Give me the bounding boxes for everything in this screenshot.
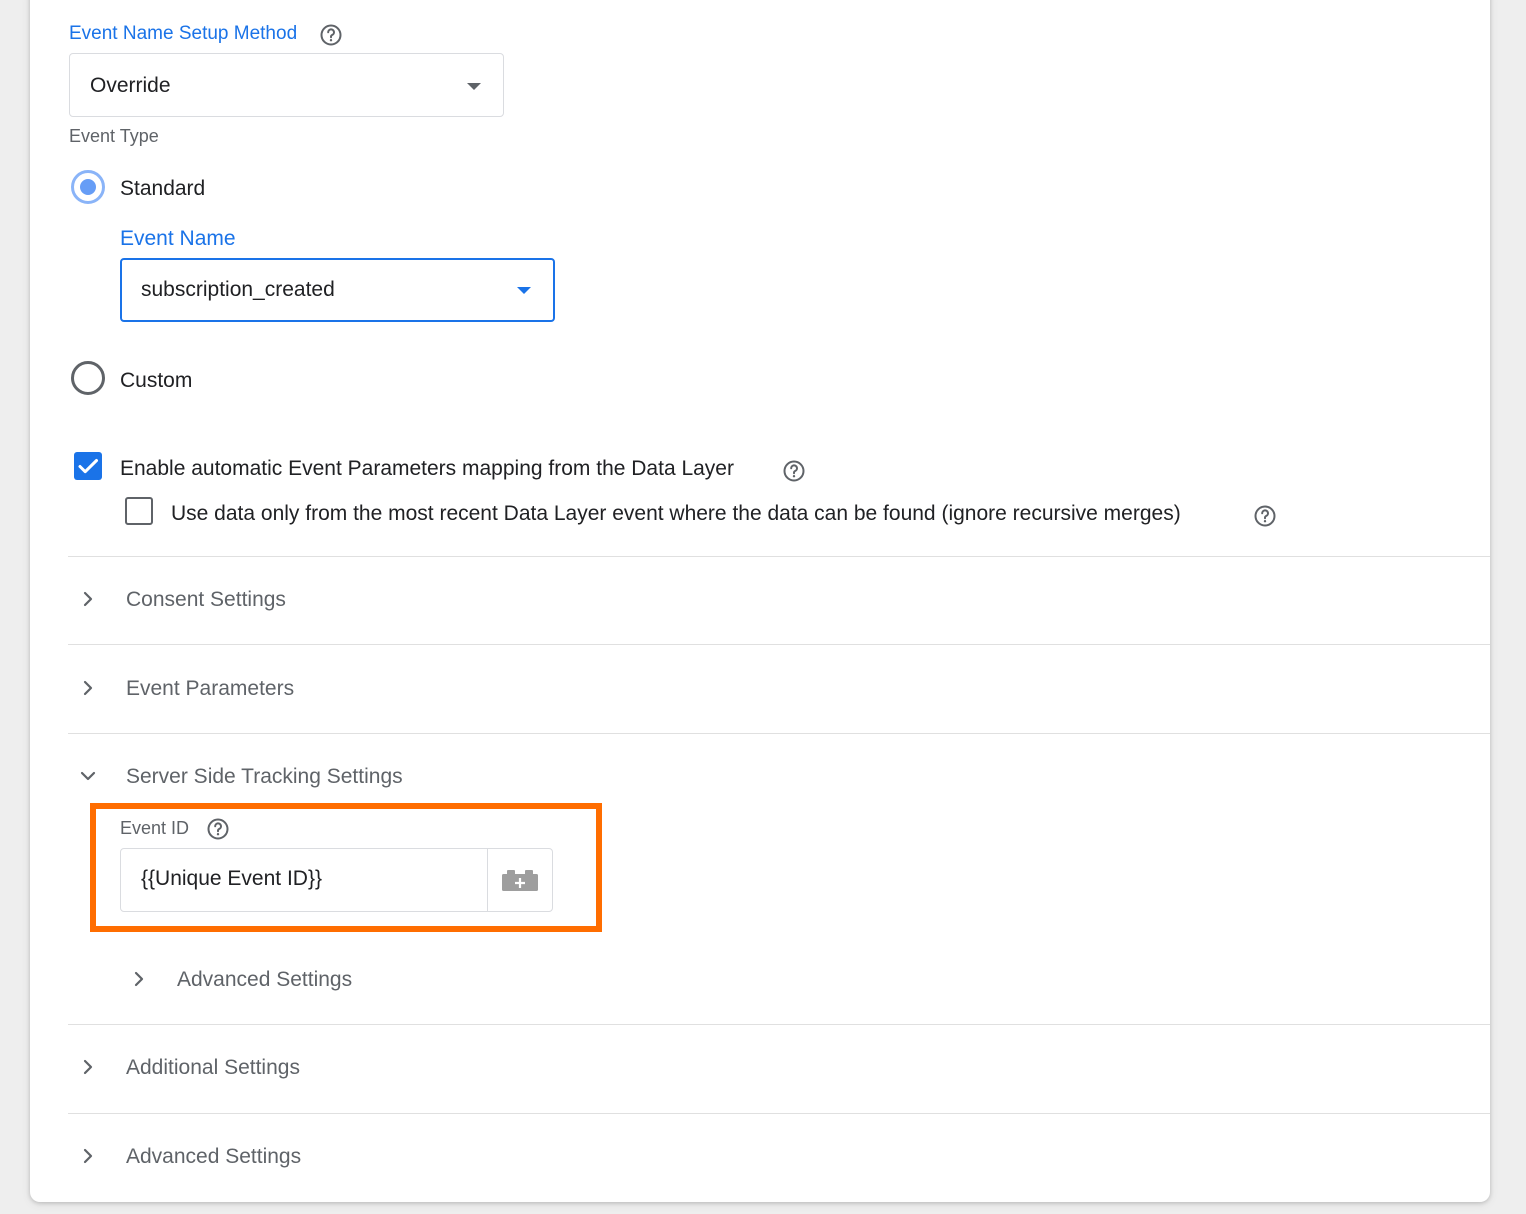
event-id-value: {{Unique Event ID}} bbox=[141, 867, 322, 890]
chevron-right-icon[interactable] bbox=[76, 1144, 100, 1168]
divider bbox=[68, 556, 1490, 557]
chevron-right-icon[interactable] bbox=[127, 967, 151, 991]
help-icon[interactable] bbox=[1253, 504, 1277, 528]
radio-standard-label[interactable]: Standard bbox=[120, 177, 205, 201]
chevron-right-icon[interactable] bbox=[76, 676, 100, 700]
server-side-advanced-settings[interactable]: Advanced Settings bbox=[177, 968, 352, 992]
section-advanced-settings[interactable]: Advanced Settings bbox=[126, 1145, 301, 1169]
help-icon[interactable] bbox=[206, 817, 230, 841]
radio-custom-label[interactable]: Custom bbox=[120, 369, 192, 393]
add-variable-button[interactable] bbox=[487, 849, 552, 911]
checkmark-icon bbox=[78, 459, 98, 474]
help-icon[interactable] bbox=[319, 23, 343, 47]
event-id-label: Event ID bbox=[120, 818, 190, 838]
enable-mapping-checkbox[interactable] bbox=[74, 452, 102, 480]
add-variable-brick-icon bbox=[502, 870, 538, 891]
section-event-parameters[interactable]: Event Parameters bbox=[126, 677, 294, 701]
event-name-setup-label: Event Name Setup Method bbox=[69, 23, 298, 44]
help-icon[interactable] bbox=[782, 459, 806, 483]
caret-down-icon bbox=[467, 83, 481, 90]
section-additional-settings[interactable]: Additional Settings bbox=[126, 1056, 300, 1080]
event-name-label: Event Name bbox=[120, 227, 236, 250]
event-name-setup-select[interactable]: Override bbox=[69, 53, 504, 117]
radio-custom[interactable] bbox=[71, 361, 105, 395]
chevron-down-icon[interactable] bbox=[76, 764, 100, 788]
chevron-right-icon[interactable] bbox=[76, 587, 100, 611]
divider bbox=[68, 1024, 1490, 1025]
recent-only-checkbox[interactable] bbox=[125, 497, 153, 525]
event-name-value: subscription_created bbox=[141, 278, 335, 301]
enable-mapping-label[interactable]: Enable automatic Event Parameters mappin… bbox=[120, 457, 734, 481]
chevron-right-icon[interactable] bbox=[76, 1055, 100, 1079]
section-server-side-tracking[interactable]: Server Side Tracking Settings bbox=[126, 765, 403, 789]
section-consent-settings[interactable]: Consent Settings bbox=[126, 588, 286, 612]
event-type-label: Event Type bbox=[69, 126, 159, 146]
caret-down-icon bbox=[517, 287, 531, 294]
event-name-select[interactable]: subscription_created bbox=[120, 258, 555, 322]
tag-config-card: Event Name Setup Method Override Event T… bbox=[30, 0, 1490, 1202]
radio-standard[interactable] bbox=[71, 170, 105, 204]
event-id-input[interactable]: {{Unique Event ID}} bbox=[120, 848, 553, 912]
event-name-setup-value: Override bbox=[90, 74, 171, 97]
divider bbox=[68, 644, 1490, 645]
divider bbox=[68, 1113, 1490, 1114]
recent-only-label[interactable]: Use data only from the most recent Data … bbox=[171, 502, 1181, 526]
divider bbox=[68, 733, 1490, 734]
